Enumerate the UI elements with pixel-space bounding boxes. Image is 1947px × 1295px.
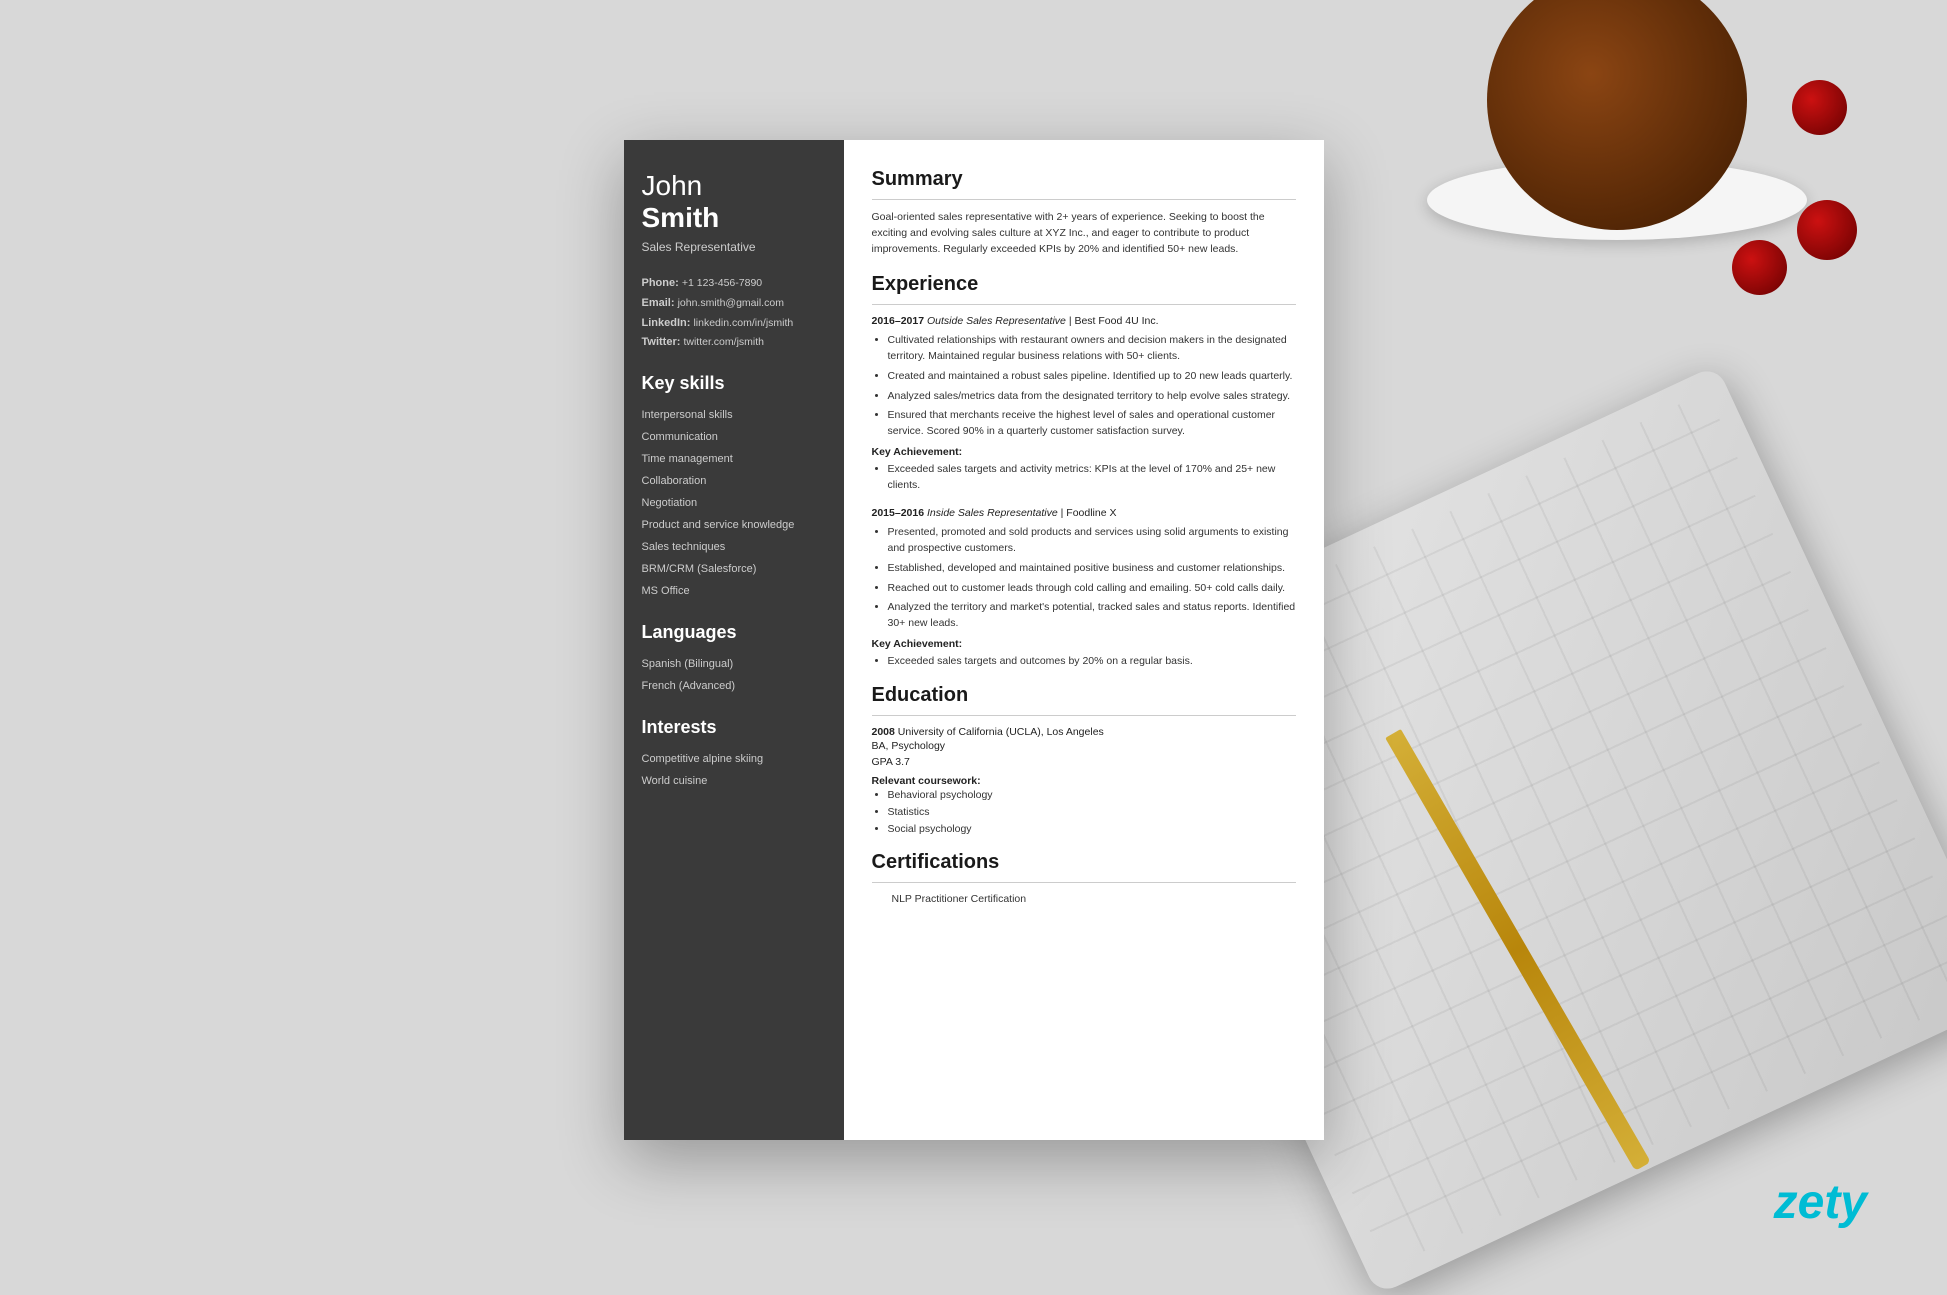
interest-item: Competitive alpine skiing (642, 748, 826, 770)
summary-title: Summary (872, 168, 1296, 191)
achievement-bullets: Exceeded sales targets and activity metr… (872, 462, 1296, 494)
skill-item: Communication (642, 426, 826, 448)
exp-year: 2016–2017 (872, 315, 925, 327)
contact-block: Phone: +1 123-456-7890 Email: john.smith… (642, 274, 826, 353)
experience-entry: 2016–2017 Outside Sales Representative |… (872, 315, 1296, 493)
experience-section: Experience 2016–2017 Outside Sales Repre… (872, 273, 1296, 669)
skill-item: Time management (642, 448, 826, 470)
email-label: Email: (642, 297, 675, 309)
education-title: Education (872, 684, 1296, 707)
exp-header: 2015–2016 Inside Sales Representative | … (872, 507, 1296, 519)
edu-gpa: GPA 3.7 (872, 754, 1296, 771)
achievement-bullets: Exceeded sales targets and outcomes by 2… (872, 654, 1296, 670)
phone-item: Phone: +1 123-456-7890 (642, 274, 826, 294)
exp-bullet: Reached out to customer leads through co… (888, 581, 1296, 597)
skill-item: Negotiation (642, 492, 826, 514)
exp-bullets: Presented, promoted and sold products an… (872, 525, 1296, 632)
languages-list: Spanish (Bilingual)French (Advanced) (642, 653, 826, 697)
coursework-list: Behavioral psychologyStatisticsSocial ps… (872, 787, 1296, 837)
education-blocks: 2008 University of California (UCLA), Lo… (872, 726, 1296, 838)
certifications-list: NLP Practitioner Certification (872, 893, 1296, 905)
exp-role: Inside Sales Representative (927, 507, 1058, 519)
edu-header: 2008 University of California (UCLA), Lo… (872, 726, 1296, 738)
skill-item: Product and service knowledge (642, 514, 826, 536)
exp-bullet: Cultivated relationships with restaurant… (888, 333, 1296, 365)
certifications-section: Certifications NLP Practitioner Certific… (872, 851, 1296, 905)
coursework-item: Behavioral psychology (888, 787, 1296, 804)
email-value: john.smith@gmail.com (678, 297, 784, 309)
twitter-value: twitter.com/jsmith (683, 336, 764, 348)
exp-header: 2016–2017 Outside Sales Representative |… (872, 315, 1296, 327)
languages-section-title: Languages (642, 622, 826, 643)
exp-bullet: Analyzed the territory and market's pote… (888, 600, 1296, 632)
skill-item: Sales techniques (642, 536, 826, 558)
job-title: Sales Representative (642, 240, 826, 254)
resume-main: Summary Goal-oriented sales representati… (844, 140, 1324, 1140)
exp-role: Outside Sales Representative (927, 315, 1066, 327)
certification-item: NLP Practitioner Certification (872, 893, 1296, 905)
certifications-title: Certifications (872, 851, 1296, 874)
decorative-cherry-2 (1797, 200, 1857, 260)
skills-list: Interpersonal skillsCommunicationTime ma… (642, 404, 826, 602)
interests-list: Competitive alpine skiingWorld cuisine (642, 748, 826, 792)
twitter-item: Twitter: twitter.com/jsmith (642, 333, 826, 353)
achievement-bullet: Exceeded sales targets and activity metr… (888, 462, 1296, 494)
experience-entry: 2015–2016 Inside Sales Representative | … (872, 507, 1296, 669)
skill-item: MS Office (642, 580, 826, 602)
experience-blocks: 2016–2017 Outside Sales Representative |… (872, 315, 1296, 669)
achievement-bullet: Exceeded sales targets and outcomes by 2… (888, 654, 1296, 670)
summary-section: Summary Goal-oriented sales representati… (872, 168, 1296, 257)
linkedin-item: LinkedIn: linkedin.com/in/jsmith (642, 314, 826, 334)
coursework-item: Social psychology (888, 821, 1296, 838)
last-name: Smith (642, 202, 720, 233)
interests-section-title: Interests (642, 717, 826, 738)
exp-bullet: Ensured that merchants receive the highe… (888, 408, 1296, 440)
exp-bullet: Analyzed sales/metrics data from the des… (888, 389, 1296, 405)
zety-logo: zety (1774, 1175, 1867, 1230)
coursework-item: Statistics (888, 804, 1296, 821)
key-achievement-label: Key Achievement: (872, 446, 1296, 458)
language-item: French (Advanced) (642, 675, 826, 697)
resume-document: John Smith Sales Representative Phone: +… (624, 140, 1324, 1140)
exp-bullets: Cultivated relationships with restaurant… (872, 333, 1296, 440)
summary-divider (872, 199, 1296, 200)
education-divider (872, 715, 1296, 716)
phone-value: +1 123-456-7890 (682, 277, 762, 289)
skill-item: Collaboration (642, 470, 826, 492)
certifications-divider (872, 882, 1296, 883)
exp-bullet: Established, developed and maintained po… (888, 561, 1296, 577)
coursework-label: Relevant coursework: (872, 775, 1296, 787)
interest-item: World cuisine (642, 770, 826, 792)
exp-bullet: Presented, promoted and sold products an… (888, 525, 1296, 557)
language-item: Spanish (Bilingual) (642, 653, 826, 675)
experience-title: Experience (872, 273, 1296, 296)
edu-year: 2008 (872, 726, 895, 738)
exp-bullet: Created and maintained a robust sales pi… (888, 369, 1296, 385)
phone-label: Phone: (642, 277, 679, 289)
linkedin-value: linkedin.com/in/jsmith (693, 317, 793, 329)
decorative-cherry-1 (1792, 80, 1847, 135)
education-section: Education 2008 University of California … (872, 684, 1296, 838)
first-name: John (642, 170, 826, 202)
linkedin-label: LinkedIn: (642, 317, 691, 329)
skill-item: Interpersonal skills (642, 404, 826, 426)
resume-sidebar: John Smith Sales Representative Phone: +… (624, 140, 844, 1140)
key-achievement-label: Key Achievement: (872, 638, 1296, 650)
exp-year: 2015–2016 (872, 507, 925, 519)
name-block: John Smith (642, 170, 826, 234)
email-item: Email: john.smith@gmail.com (642, 294, 826, 314)
experience-divider (872, 304, 1296, 305)
skill-item: BRM/CRM (Salesforce) (642, 558, 826, 580)
edu-degree: BA, Psychology (872, 738, 1296, 755)
twitter-label: Twitter: (642, 336, 681, 348)
summary-text: Goal-oriented sales representative with … (872, 210, 1296, 257)
education-entry: 2008 University of California (UCLA), Lo… (872, 726, 1296, 838)
decorative-cherry-3 (1732, 240, 1787, 295)
skills-section-title: Key skills (642, 373, 826, 394)
